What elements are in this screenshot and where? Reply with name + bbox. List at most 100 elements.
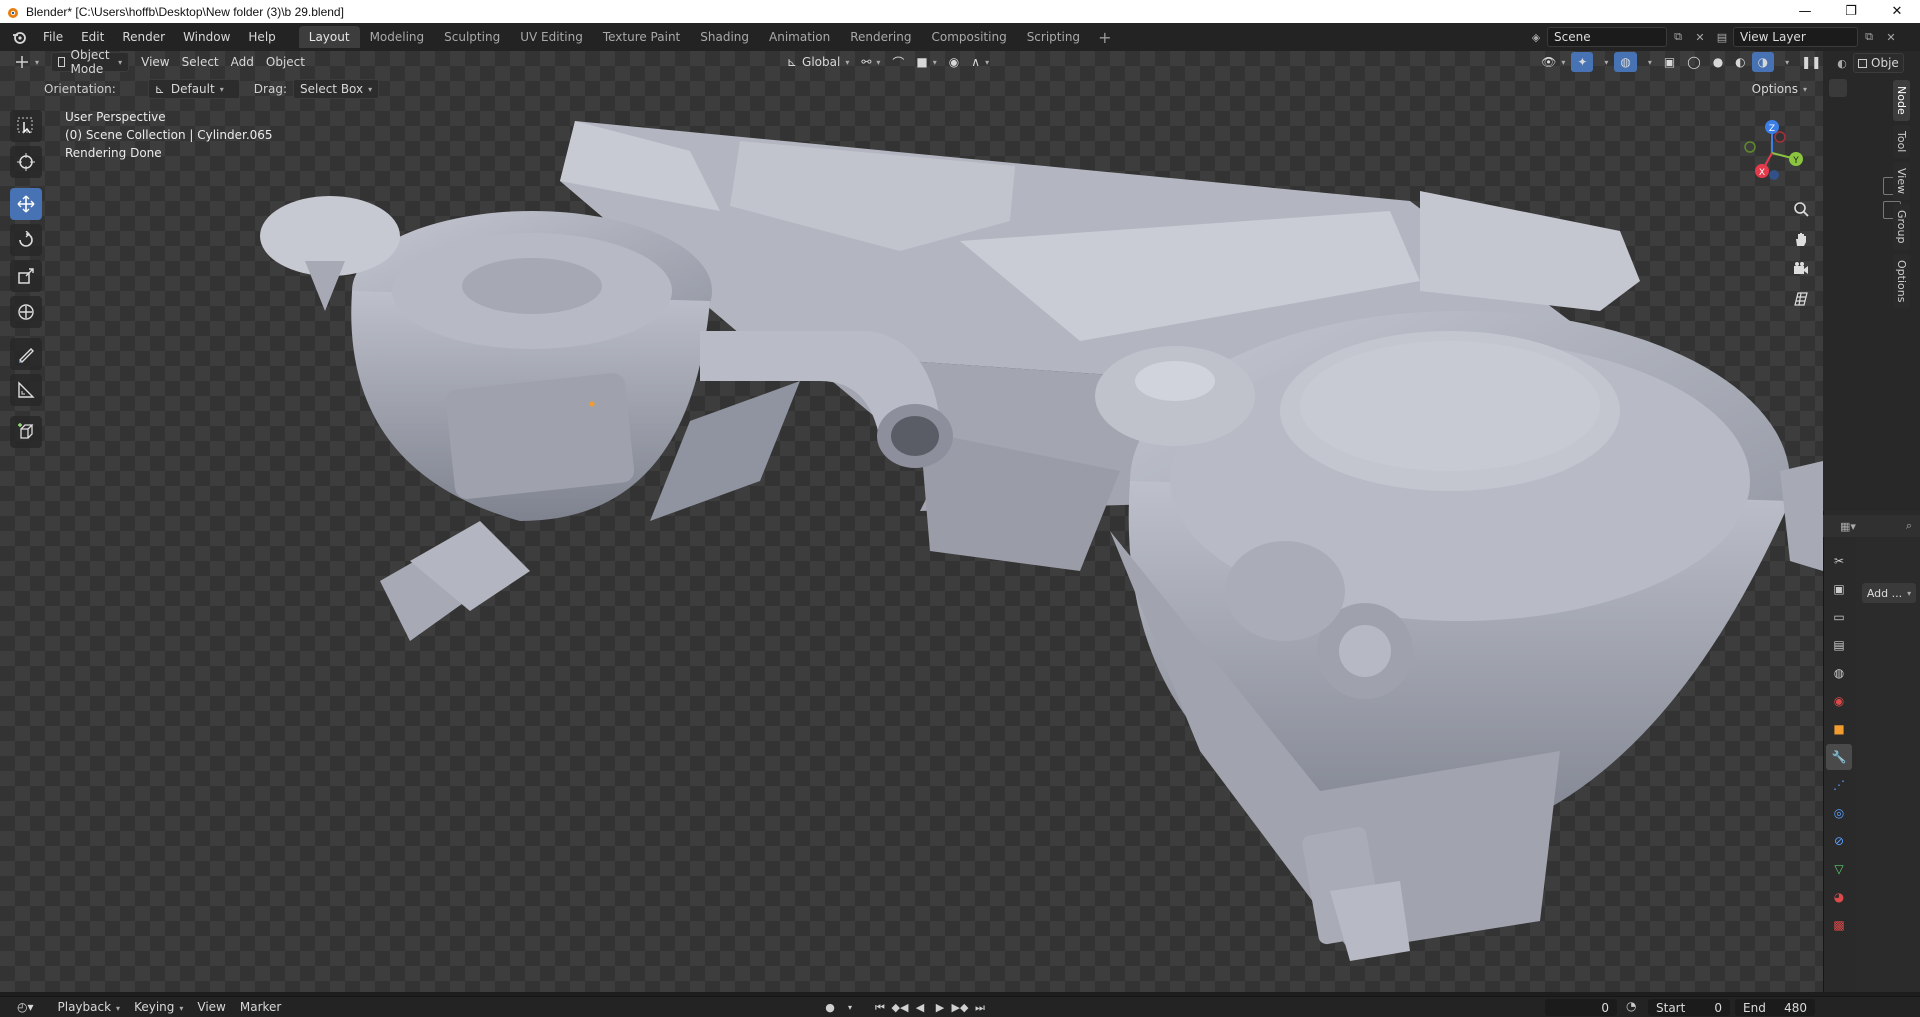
transform-orientation-selector[interactable]: ⊾ Global ▾ xyxy=(781,52,855,72)
tab-compositing[interactable]: Compositing xyxy=(921,26,1016,48)
menu-add[interactable]: Add xyxy=(225,52,260,72)
tab-tool[interactable]: Tool xyxy=(1893,124,1910,159)
view-layer-icon[interactable]: ▤ xyxy=(1711,27,1733,47)
add-workspace-button[interactable]: + xyxy=(1090,28,1119,47)
delete-scene-icon[interactable]: ✕ xyxy=(1689,27,1711,47)
overlay-toggle-icon[interactable]: ◍ xyxy=(1614,52,1637,72)
menu-file[interactable]: File xyxy=(34,30,72,44)
particles-props-icon[interactable]: ⋰ xyxy=(1826,772,1852,798)
falloff-icon[interactable]: ∧ ▾ xyxy=(965,52,995,72)
world-props-icon[interactable]: ◉ xyxy=(1826,688,1852,714)
properties-editor-icon[interactable]: ▦▾ xyxy=(1837,516,1859,536)
tab-sculpting[interactable]: Sculpting xyxy=(434,26,510,48)
orientation-dropdown[interactable]: ⊾ Default ▾ xyxy=(147,79,240,99)
tab-modeling[interactable]: Modeling xyxy=(360,26,435,48)
pivot-point-icon[interactable]: ⚯ ▾ xyxy=(855,52,886,72)
constraints-props-icon[interactable]: ⊘ xyxy=(1826,828,1852,854)
proportional-edit-icon[interactable]: ◉ xyxy=(943,52,965,72)
xray-toggle-icon[interactable]: ▣ xyxy=(1658,52,1681,72)
object-props-icon[interactable]: ■ xyxy=(1826,716,1852,742)
shading-rendered-icon[interactable]: ◑ xyxy=(1751,52,1775,72)
scene-props-icon[interactable]: ◍ xyxy=(1826,660,1852,686)
scene-icon[interactable]: ◈ xyxy=(1525,27,1547,47)
play-reverse-icon[interactable]: ◀ xyxy=(910,1001,930,1014)
modifier-props-icon[interactable]: 🔧 xyxy=(1826,744,1852,770)
overlay-dropdown-icon[interactable]: ▾ xyxy=(1637,52,1658,72)
tab-options[interactable]: Options xyxy=(1893,253,1910,309)
autokey-record-icon[interactable]: ● xyxy=(820,1001,840,1014)
move-tool[interactable] xyxy=(10,188,42,220)
timeline-editor-icon[interactable]: ◴▾ xyxy=(10,1000,41,1014)
tab-texture-paint[interactable]: Texture Paint xyxy=(593,26,690,48)
prev-keyframe-icon[interactable]: ◆◀ xyxy=(890,1001,910,1014)
shading-material-icon[interactable]: ◐ xyxy=(1729,52,1751,72)
gizmo-toggle-icon[interactable]: ✦ xyxy=(1571,52,1594,72)
menu-window[interactable]: Window xyxy=(174,30,239,44)
transform-tool[interactable] xyxy=(10,296,42,328)
tool-props-icon[interactable]: ✂ xyxy=(1826,548,1852,574)
tab-rendering[interactable]: Rendering xyxy=(840,26,921,48)
current-frame-field[interactable]: 0 xyxy=(1545,999,1617,1016)
scale-tool[interactable] xyxy=(10,260,42,292)
tab-group[interactable]: Group xyxy=(1893,204,1910,250)
physics-props-icon[interactable]: ◎ xyxy=(1826,800,1852,826)
ortho-grid-icon[interactable] xyxy=(1787,285,1815,313)
texture-props-icon[interactable]: ▩ xyxy=(1826,912,1852,938)
tab-layout[interactable]: Layout xyxy=(298,26,360,48)
minimize-button[interactable]: — xyxy=(1782,0,1828,23)
outliner-editor-icon[interactable]: ◐ xyxy=(1831,53,1853,73)
output-props-icon[interactable]: ▭ xyxy=(1826,604,1852,630)
next-keyframe-icon[interactable]: ▶◆ xyxy=(950,1001,970,1014)
maximize-button[interactable]: ❐ xyxy=(1828,0,1874,23)
tab-uv-editing[interactable]: UV Editing xyxy=(510,26,593,48)
view-layer-field[interactable]: View Layer xyxy=(1733,27,1858,47)
properties-search-icon[interactable]: ⌕ xyxy=(1898,516,1920,536)
rotate-tool[interactable] xyxy=(10,224,42,256)
menu-select[interactable]: Select xyxy=(176,52,225,72)
menu-render[interactable]: Render xyxy=(113,30,174,44)
tab-shading[interactable]: Shading xyxy=(690,26,759,48)
jump-end-icon[interactable]: ⏭ xyxy=(970,1001,990,1015)
tab-animation[interactable]: Animation xyxy=(759,26,840,48)
drag-dropdown[interactable]: Select Box ▾ xyxy=(292,79,380,99)
new-view-layer-icon[interactable]: ⧉ xyxy=(1858,27,1880,47)
view-layer-props-icon[interactable]: ▤ xyxy=(1826,632,1852,658)
add-modifier-button[interactable]: Add ... ▾ xyxy=(1862,583,1916,603)
menu-edit[interactable]: Edit xyxy=(72,30,113,44)
shading-solid-icon[interactable]: ● xyxy=(1707,52,1729,72)
menu-object[interactable]: Object xyxy=(260,52,311,72)
zoom-icon[interactable] xyxy=(1787,195,1815,223)
pan-hand-icon[interactable] xyxy=(1787,225,1815,253)
blender-menu-icon[interactable] xyxy=(8,26,30,48)
material-props-icon[interactable]: ◕ xyxy=(1826,884,1852,910)
render-props-icon[interactable]: ▣ xyxy=(1826,576,1852,602)
tab-scripting[interactable]: Scripting xyxy=(1017,26,1090,48)
outliner-filter-icon[interactable] xyxy=(1829,79,1847,97)
menu-timeline-view[interactable]: View xyxy=(190,1000,232,1014)
shading-dropdown-icon[interactable]: ▾ xyxy=(1774,52,1795,72)
use-preview-range-icon[interactable]: ◔ xyxy=(1626,999,1636,1013)
end-frame-field[interactable]: End 480 xyxy=(1735,999,1815,1016)
options-dropdown[interactable]: Options ▾ xyxy=(1746,79,1813,99)
snap-target-icon[interactable]: ■ ▾ xyxy=(910,52,942,72)
menu-playback[interactable]: Playback ▾ xyxy=(51,1000,128,1014)
select-box-tool[interactable] xyxy=(10,110,42,142)
navigation-gizmo[interactable]: Z Y X xyxy=(1740,115,1810,185)
tab-view[interactable]: View xyxy=(1893,162,1910,201)
jump-start-icon[interactable]: ⏮ xyxy=(870,1001,890,1015)
snap-toggle-icon[interactable]: ⌒ xyxy=(886,52,910,72)
menu-help[interactable]: Help xyxy=(239,30,284,44)
object-field[interactable]: Obje xyxy=(1853,53,1904,73)
mode-selector[interactable]: Object Mode ▾ xyxy=(51,48,130,76)
editor-type-button[interactable]: ▾ xyxy=(8,52,45,72)
new-scene-icon[interactable]: ⧉ xyxy=(1667,27,1689,47)
data-props-icon[interactable]: ▽ xyxy=(1826,856,1852,882)
3d-viewport[interactable]: User Perspective (0) Scene Collection | … xyxy=(0,51,1823,992)
play-icon[interactable]: ▶ xyxy=(930,1001,950,1014)
tab-node[interactable]: Node xyxy=(1893,80,1910,121)
cursor-tool[interactable] xyxy=(10,146,42,178)
camera-view-icon[interactable] xyxy=(1787,255,1815,283)
scene-name-field[interactable]: Scene xyxy=(1547,27,1667,47)
menu-view[interactable]: View xyxy=(135,52,175,72)
start-frame-field[interactable]: Start 0 xyxy=(1648,999,1730,1016)
